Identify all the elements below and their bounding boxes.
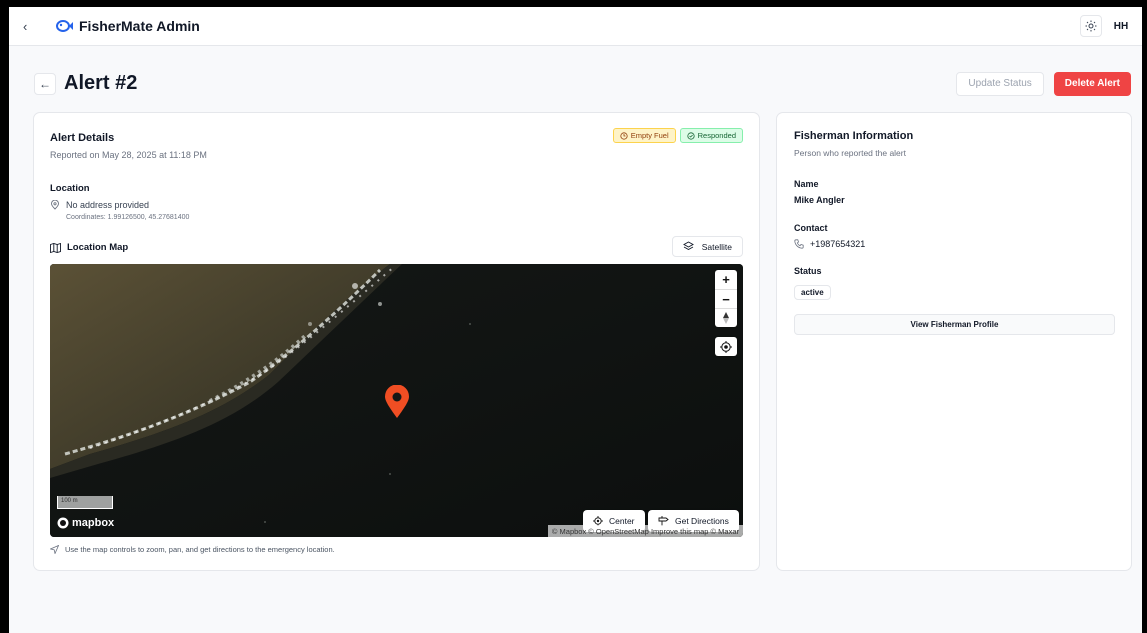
header-actions: Update Status Delete Alert — [956, 71, 1131, 96]
compass-button[interactable] — [715, 308, 737, 327]
alert-details-card: Alert Details Reported on May 28, 2025 a… — [33, 112, 760, 571]
crosshair-icon — [720, 340, 732, 353]
app-window: ‹ FisherMate Admin HH ← Alert #2 Update … — [9, 7, 1142, 633]
alert-status-label: Responded — [697, 131, 736, 140]
alert-badges: Empty Fuel Responded — [612, 128, 743, 143]
alert-type-label: Empty Fuel — [630, 131, 669, 140]
user-avatar[interactable]: HH — [1110, 21, 1132, 32]
satellite-toggle-button[interactable]: Satellite — [671, 236, 743, 257]
map-hint-text: Use the map controls to zoom, pan, and g… — [65, 545, 335, 554]
mapbox-logo-text: mapbox — [72, 517, 115, 529]
map-hint-row: Use the map controls to zoom, pan, and g… — [50, 545, 335, 554]
alert-details-title: Alert Details — [50, 132, 115, 144]
contact-row: +1987654321 — [794, 239, 865, 249]
mapbox-logo: mapbox — [57, 517, 114, 529]
alert-status-badge: Responded — [679, 128, 743, 143]
satellite-label: Satellite — [701, 241, 732, 252]
fisherman-contact: +1987654321 — [810, 239, 866, 249]
fisherman-header: Fisherman Information Person who reporte… — [794, 130, 913, 158]
reported-on: Reported on May 28, 2025 at 11:18 PM — [50, 150, 207, 160]
top-bar: ‹ FisherMate Admin HH — [9, 7, 1142, 46]
address-row: No address provided — [50, 200, 189, 210]
map-attribution[interactable]: © Mapbox © OpenStreetMap Improve this ma… — [547, 525, 743, 537]
zoom-in-button[interactable]: + — [715, 270, 737, 289]
compass-icon — [723, 312, 729, 324]
fisherman-info-card: Fisherman Information Person who reporte… — [776, 112, 1132, 571]
page-title: Alert #2 — [64, 72, 138, 94]
chevron-left-icon[interactable]: ‹ — [23, 19, 41, 34]
zoom-controls: + − — [715, 270, 737, 327]
app-title: FisherMate Admin — [79, 18, 200, 34]
map-label: Location Map — [67, 242, 129, 253]
name-label: Name — [794, 179, 819, 189]
status-badge: active — [794, 285, 831, 300]
location-map[interactable]: + − 100 m mapbox Center Get Directions ©… — [50, 264, 743, 537]
alert-details-header: Alert Details Reported on May 28, 2025 a… — [50, 132, 207, 160]
map-icon — [50, 242, 61, 253]
theme-toggle-button[interactable] — [1080, 15, 1102, 37]
location-section: Location No address provided Coordinates… — [50, 183, 189, 221]
fisherman-info-subtitle: Person who reported the alert — [794, 148, 906, 158]
delete-alert-button[interactable]: Delete Alert — [1053, 71, 1131, 96]
sun-icon — [1085, 20, 1097, 32]
status-badge-wrap: active — [794, 282, 831, 300]
arrow-left-icon[interactable]: ← — [34, 72, 56, 95]
fisherman-info-title: Fisherman Information — [794, 130, 914, 142]
alert-location-marker-icon[interactable] — [384, 385, 410, 419]
page-header: ← Alert #2 Update Status Delete Alert — [34, 71, 1131, 96]
layers-icon — [682, 241, 694, 251]
location-label: Location — [50, 183, 90, 194]
name-field: Name Mike Angler — [794, 179, 845, 205]
map-pin-icon — [51, 200, 59, 210]
zoom-out-button[interactable]: − — [715, 289, 737, 308]
alert-type-badge: Empty Fuel — [612, 128, 676, 143]
geolocate-button[interactable] — [715, 337, 737, 356]
fish-logo-icon — [55, 17, 73, 35]
mapbox-logo-icon — [57, 517, 69, 529]
address-text: No address provided — [66, 200, 150, 210]
update-status-button[interactable]: Update Status — [956, 71, 1044, 96]
contact-label: Contact — [794, 223, 828, 233]
coordinates-text: Coordinates: 1.99126500, 45.27681400 — [66, 214, 190, 221]
clock-icon — [620, 131, 628, 140]
view-fisherman-profile-button[interactable]: View Fisherman Profile — [794, 314, 1115, 335]
map-scale: 100 m — [57, 496, 113, 509]
phone-icon — [794, 239, 804, 249]
contact-field: Contact +1987654321 — [794, 223, 865, 249]
map-label-row: Location Map — [50, 242, 128, 253]
status-label: Status — [794, 266, 822, 276]
navigation-arrow-icon — [50, 545, 59, 554]
fisherman-name: Mike Angler — [794, 195, 845, 205]
check-circle-icon — [687, 131, 695, 140]
topbar-actions: HH — [1080, 15, 1132, 37]
status-field: Status active — [794, 266, 831, 300]
